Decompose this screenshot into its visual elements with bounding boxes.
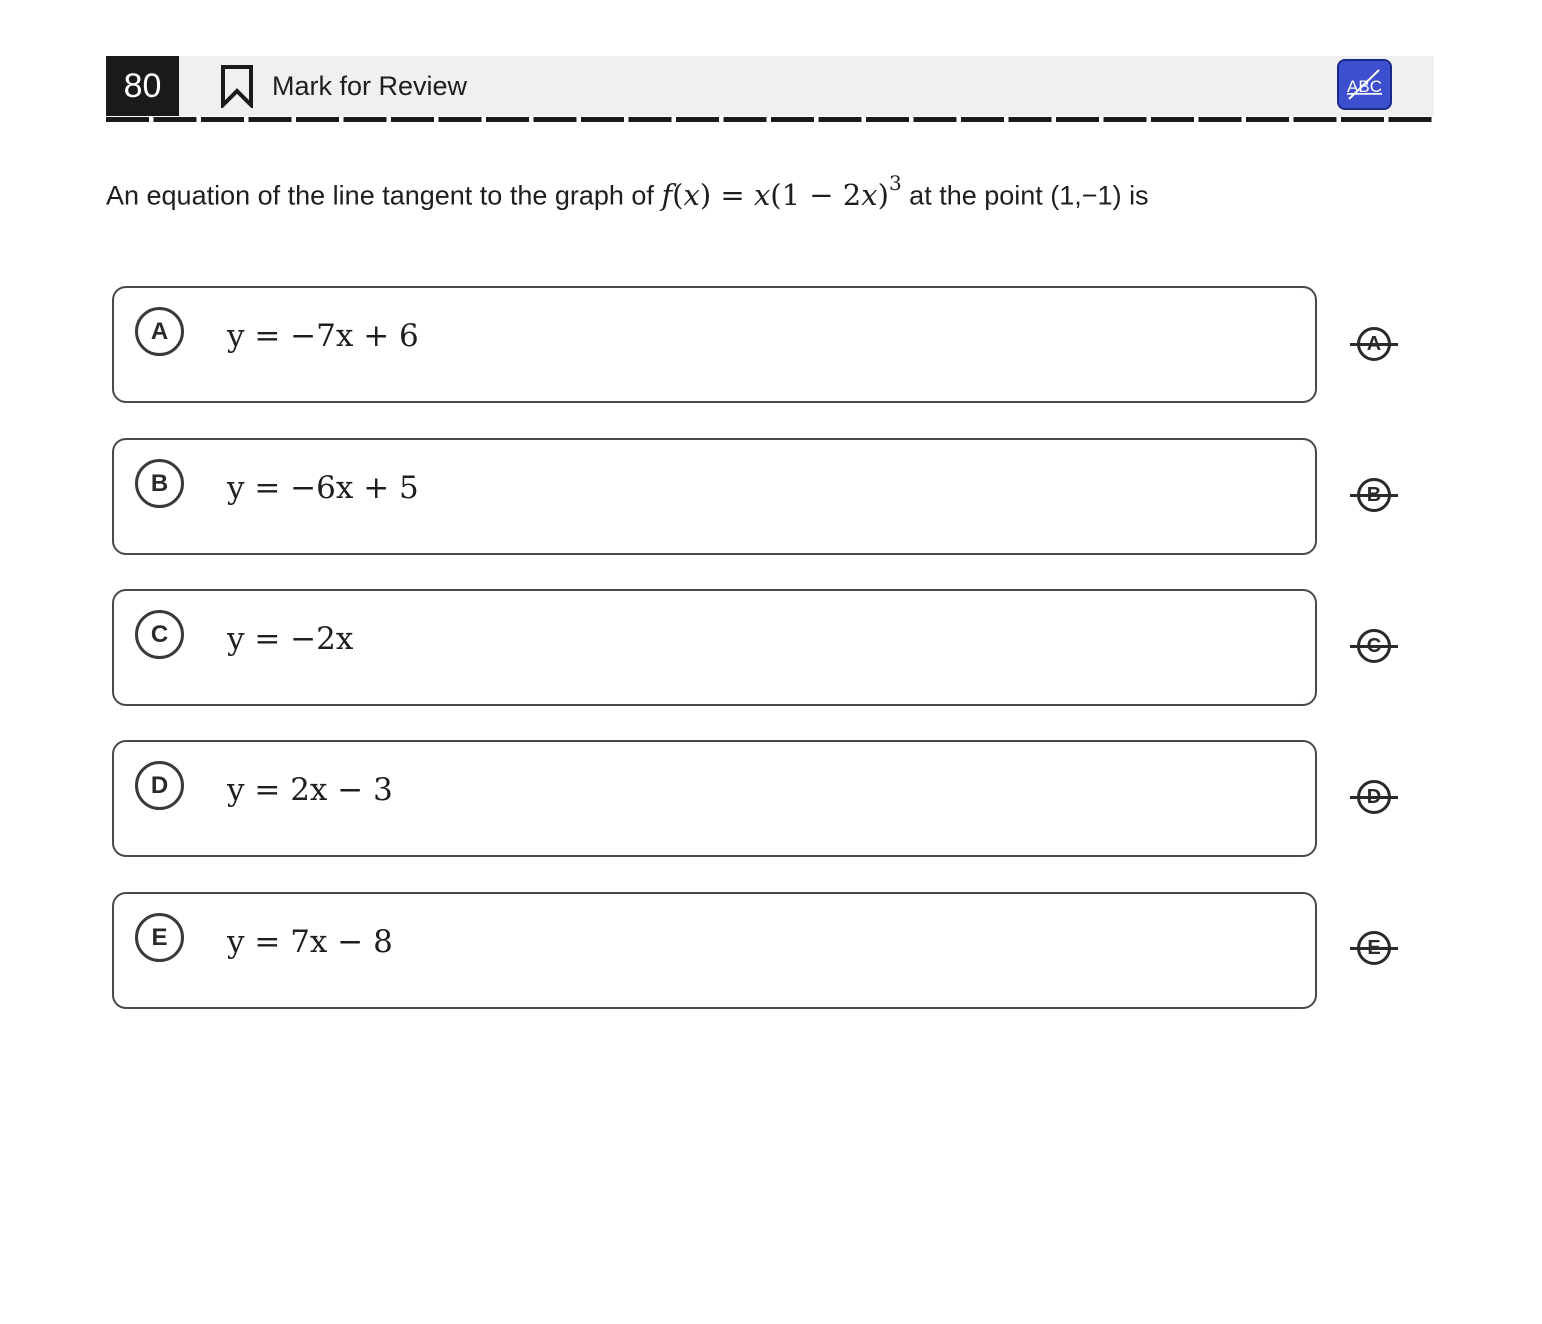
progress-dashes (106, 117, 1432, 122)
question-header: 80 Mark for Review ABC (106, 56, 1434, 116)
strike-line (1350, 645, 1398, 648)
strike-line (1350, 796, 1398, 799)
question-prefix: An equation of the line tangent to the g… (106, 180, 662, 211)
question-number: 80 (106, 56, 179, 116)
strike-line (1350, 947, 1398, 950)
question-function: f(x) = x(1 − 2x)3 (661, 171, 902, 212)
choice-letter-e: E (135, 913, 184, 962)
strike-choice-b-button[interactable]: B (1346, 476, 1402, 516)
choice-d[interactable]: D y = 2x − 3 (112, 740, 1317, 857)
question-suffix: at the point (1,−1) is (901, 180, 1149, 211)
choice-e[interactable]: E y = 7x − 8 (112, 892, 1317, 1009)
choice-a[interactable]: A y = −7x + 6 (112, 286, 1317, 403)
choice-b[interactable]: B y = −6x + 5 (112, 438, 1317, 555)
choice-c[interactable]: C y = −2x (112, 589, 1317, 706)
bookmark-icon (221, 65, 253, 108)
choice-equation-e: y = 7x − 8 (227, 924, 393, 960)
choice-letter-d: D (135, 761, 184, 810)
mark-for-review-button[interactable]: Mark for Review (220, 64, 467, 108)
strike-choice-e-button[interactable]: E (1346, 929, 1402, 969)
mark-for-review-label: Mark for Review (272, 70, 468, 101)
choice-letter-b: B (135, 459, 184, 508)
question-text: An equation of the line tangent to the g… (106, 160, 1436, 223)
choice-equation-a: y = −7x + 6 (227, 318, 419, 354)
strike-line (1350, 494, 1398, 497)
abc-strikethrough-button[interactable]: ABC (1337, 59, 1392, 110)
abc-strikethrough-icon: ABC (1347, 69, 1382, 100)
abc-text: ABC (1347, 77, 1382, 96)
strike-line (1350, 343, 1398, 346)
strike-choice-a-button[interactable]: A (1346, 325, 1402, 365)
strike-choice-d-button[interactable]: D (1346, 778, 1402, 818)
choice-equation-c: y = −2x (227, 621, 354, 657)
choice-letter-c: C (135, 610, 184, 659)
choice-equation-b: y = −6x + 5 (227, 470, 419, 506)
strike-choice-c-button[interactable]: C (1346, 627, 1402, 667)
choice-equation-d: y = 2x − 3 (227, 772, 393, 808)
choice-letter-a: A (135, 307, 184, 356)
